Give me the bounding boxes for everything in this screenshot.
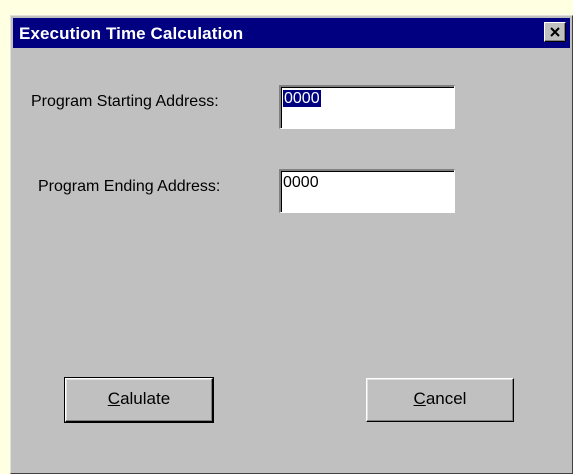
end-address-label: Program Ending Address:: [38, 178, 221, 195]
execution-time-dialog: Execution Time Calculation Program Start…: [10, 15, 573, 474]
cancel-label-rest: ancel: [425, 389, 467, 408]
calculate-button[interactable]: Calulate: [64, 377, 214, 423]
close-icon: [550, 27, 560, 37]
end-address-value: 0000: [283, 174, 319, 191]
cancel-button-label: Cancel: [414, 389, 467, 408]
end-address-input[interactable]: 0000: [279, 169, 455, 213]
cancel-button[interactable]: Cancel: [366, 378, 514, 422]
title-bar: Execution Time Calculation: [13, 18, 570, 48]
calculate-mnemonic: C: [107, 389, 121, 408]
start-address-value: 0000: [283, 90, 321, 107]
start-address-input[interactable]: 0000: [279, 85, 455, 129]
close-button[interactable]: [544, 22, 566, 42]
cancel-mnemonic: C: [413, 389, 426, 408]
start-address-label: Program Starting Address:: [31, 93, 219, 110]
calculate-label-rest: alulate: [120, 389, 171, 408]
calculate-button-label: Calulate: [108, 389, 170, 408]
dialog-title: Execution Time Calculation: [19, 24, 244, 43]
